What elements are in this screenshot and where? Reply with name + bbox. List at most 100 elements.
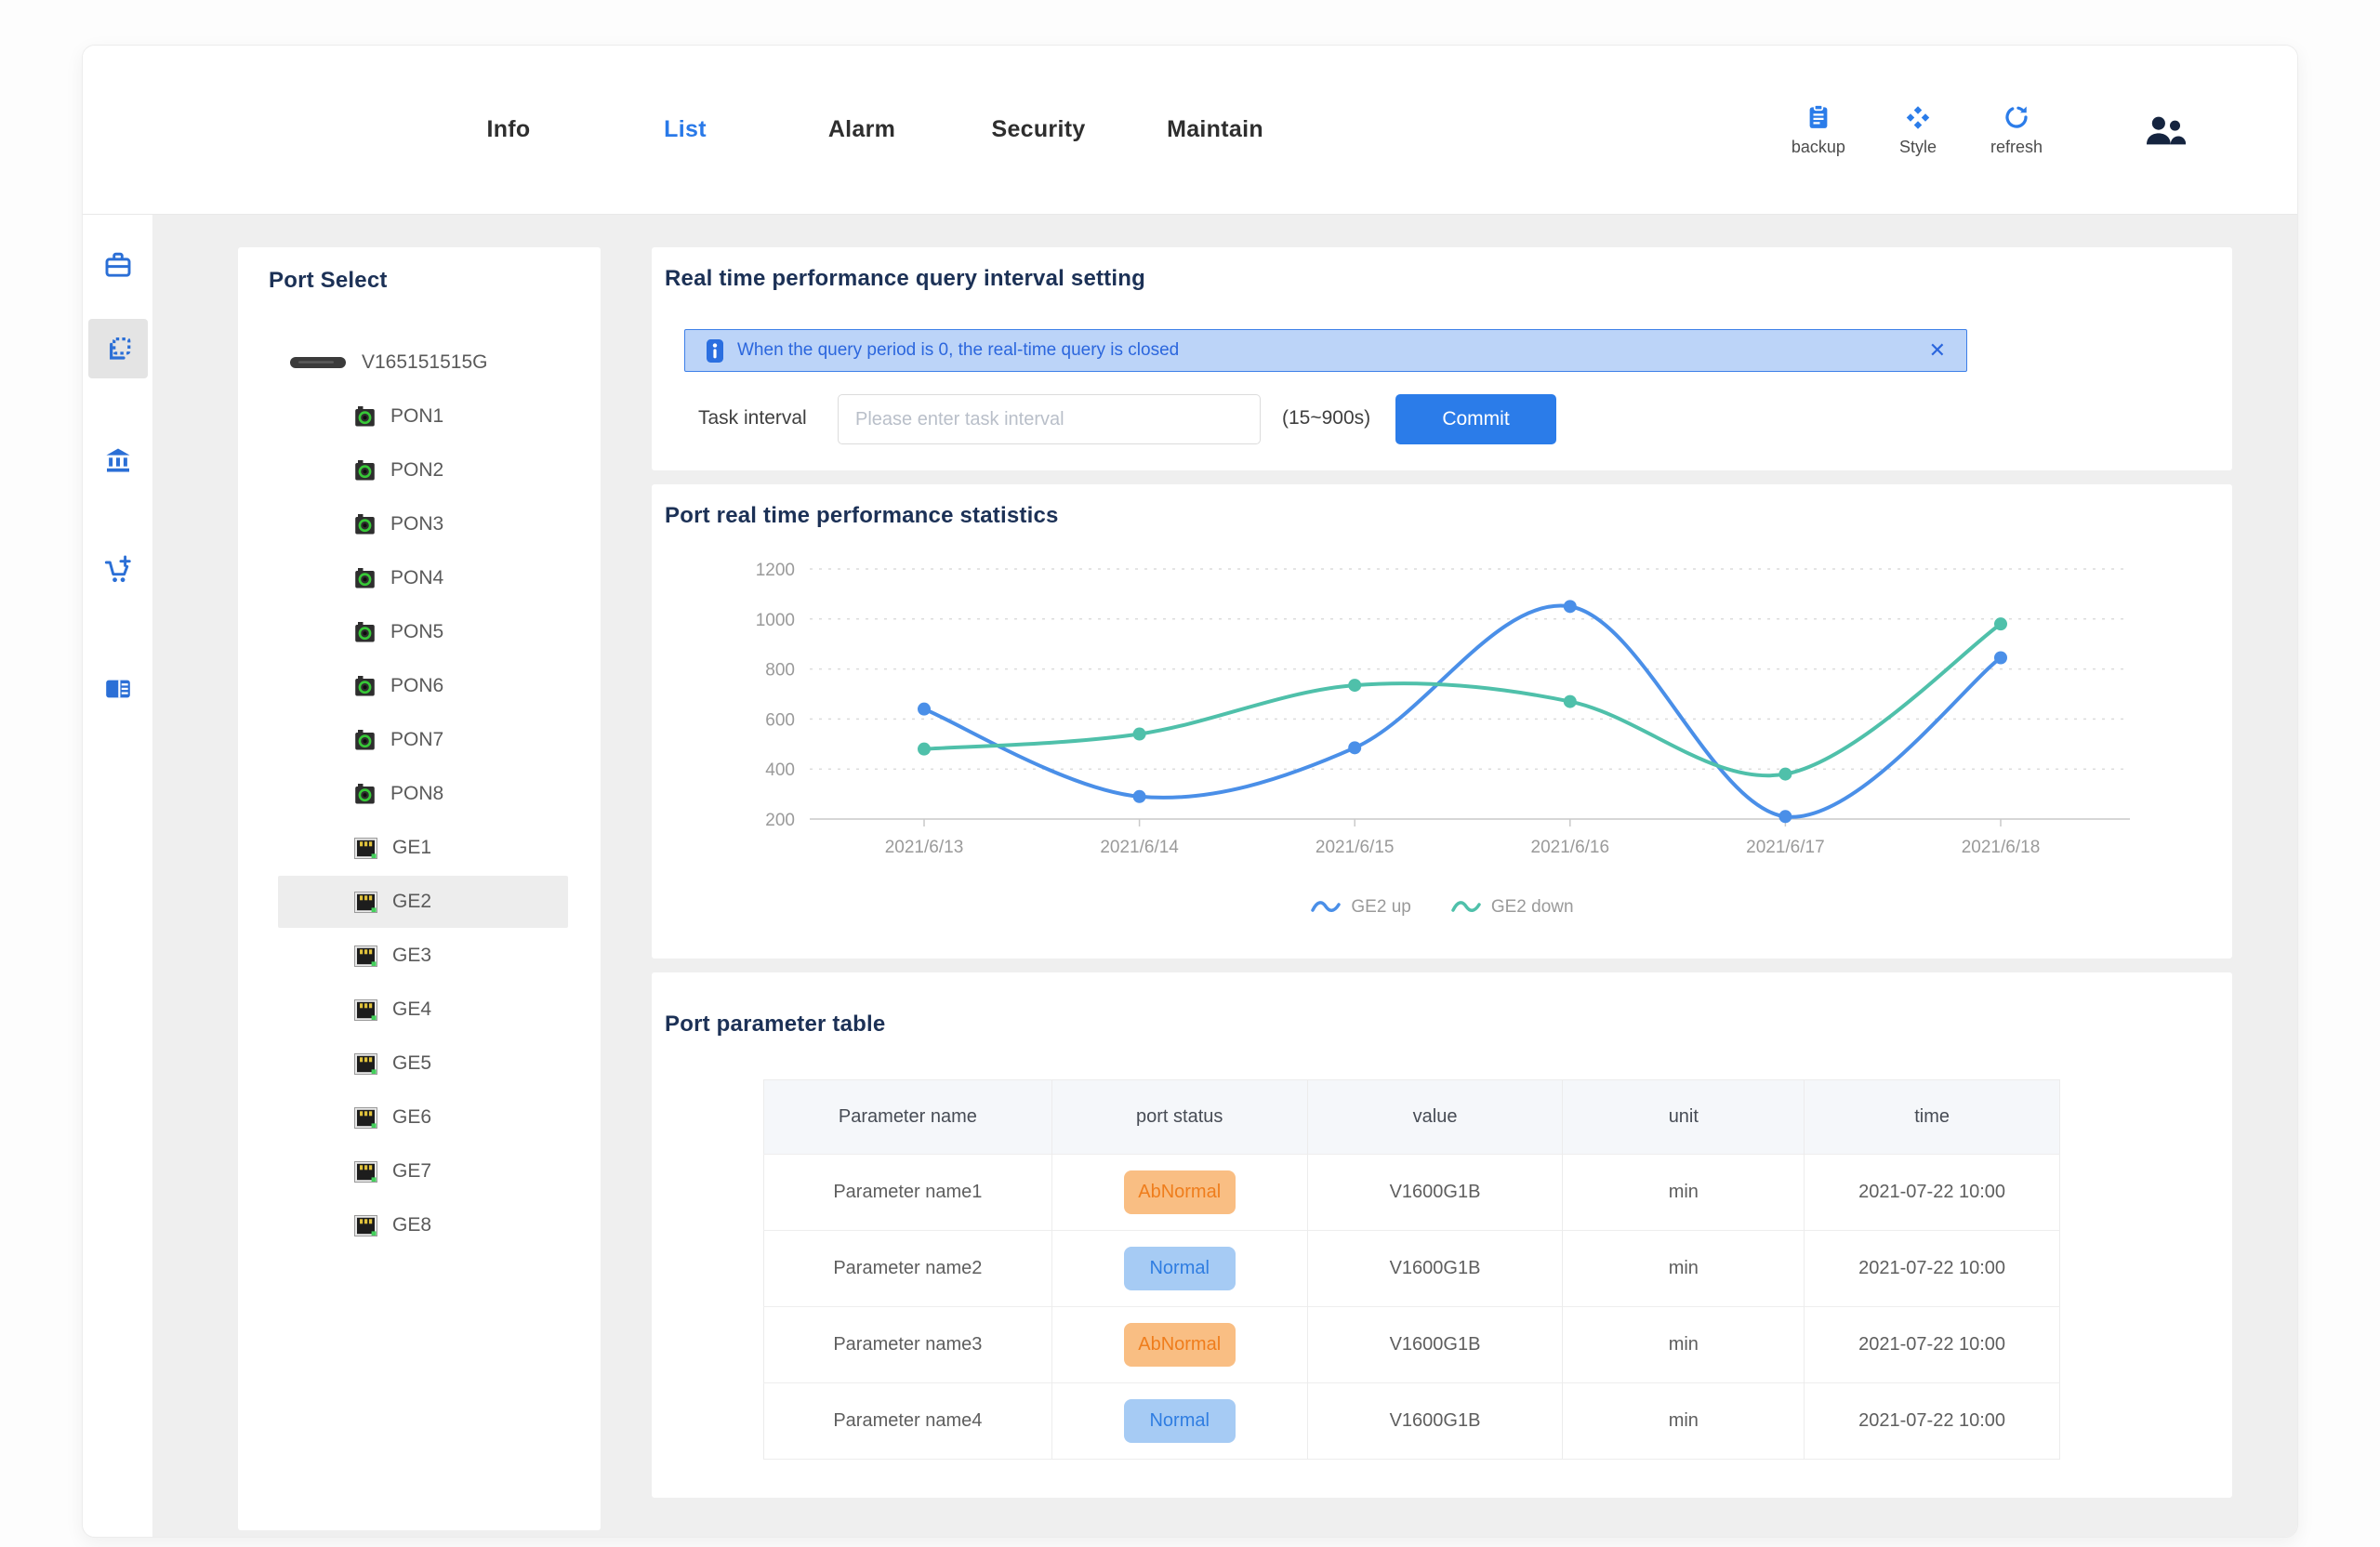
tree-port-ge7[interactable]: GE7 [238,1144,601,1198]
port-label: PON6 [390,675,443,697]
users-icon [2143,112,2186,148]
parameter-name-cell: Parameter name4 [764,1383,1052,1460]
interval-setting-panel: Real time performance query interval set… [652,247,2232,470]
time-cell: 2021-07-22 10:00 [1805,1307,2060,1383]
value-cell: V1600G1B [1307,1383,1563,1460]
tree-port-pon8[interactable]: PON8 [238,767,601,821]
status-badge: AbNormal [1124,1170,1236,1214]
briefcase-icon [103,250,133,280]
svg-text:600: 600 [765,710,795,730]
parameter-table-panel: Port parameter table Parameter nameport … [652,972,2232,1498]
column-header-unit: unit [1563,1080,1805,1155]
tree-port-ge8[interactable]: GE8 [238,1198,601,1252]
tab-maintain[interactable]: Maintain [1127,116,1303,143]
column-header-time: time [1805,1080,2060,1155]
sidebar-item-ports[interactable] [88,319,148,378]
pon-port-icon [354,513,376,536]
ge-port-icon [354,945,377,967]
style-icon [1904,103,1932,131]
device-icon [289,356,347,369]
unit-cell: min [1563,1231,1805,1307]
pon-port-icon [354,405,376,428]
sidebar-item-orders[interactable] [88,540,148,600]
port-label: PON7 [390,729,443,751]
port-label: GE5 [392,1052,431,1075]
header-actions: backup Style refresh [1792,46,2186,214]
legend-item-ge2-down[interactable]: GE2 down [1450,897,1574,918]
chart-legend: GE2 up GE2 down [652,897,2232,918]
app-window: InfoListAlarmSecurityMaintain backup Sty… [82,45,2298,1538]
tree-port-ge1[interactable]: GE1 [238,821,601,875]
tab-info[interactable]: Info [420,116,597,143]
refresh-button[interactable]: refresh [1990,103,2043,157]
tree-port-ge3[interactable]: GE3 [238,929,601,983]
port-label: GE2 [392,891,431,913]
pon-port-icon [354,783,376,805]
tree-port-ge5[interactable]: GE5 [238,1037,601,1091]
pon-port-icon [354,675,376,697]
ge-port-icon [354,999,377,1021]
port-label: PON4 [390,567,443,589]
commit-button[interactable]: Commit [1395,394,1556,444]
tab-security[interactable]: Security [950,116,1127,143]
time-cell: 2021-07-22 10:00 [1805,1231,2060,1307]
banner-message: When the query period is 0, the real-tim… [737,340,1179,361]
tree-port-pon4[interactable]: PON4 [238,551,601,605]
ge-port-icon [354,1161,377,1183]
tab-list[interactable]: List [597,116,774,143]
style-label: Style [1899,138,1937,157]
sidebar-item-organization[interactable] [88,430,148,490]
legend-item-ge2-up[interactable]: GE2 up [1310,897,1410,918]
banner-close-icon[interactable]: ✕ [1929,340,1946,361]
pon-port-icon [354,621,376,643]
svg-text:800: 800 [765,661,795,681]
tree-port-pon1[interactable]: PON1 [238,390,601,443]
backup-button[interactable]: backup [1792,103,1845,157]
svg-text:1000: 1000 [756,611,795,630]
tree-device-row[interactable]: V165151515G [238,336,601,390]
pon-port-icon [354,459,376,482]
svg-text:2021/6/17: 2021/6/17 [1746,838,1825,857]
column-header-port-status: port status [1051,1080,1307,1155]
port-status-cell: Normal [1051,1231,1307,1307]
tree-port-pon2[interactable]: PON2 [238,443,601,497]
tree-port-pon5[interactable]: PON5 [238,605,601,659]
parameter-table-title: Port parameter table [665,1012,885,1038]
legend-label: GE2 down [1491,897,1574,918]
tree-port-ge4[interactable]: GE4 [238,983,601,1037]
style-button[interactable]: Style [1899,103,1937,157]
tree-port-ge6[interactable]: GE6 [238,1091,601,1144]
sidebar-item-briefcase[interactable] [88,235,148,295]
content-area: Port Select V165151515G PON1 PON2PON3 PON4… [83,215,2297,1537]
tree-port-pon3[interactable]: PON3 [238,497,601,551]
statistics-title: Port real time performance statistics [665,503,1059,529]
ports-copy-icon [103,334,133,364]
task-interval-input[interactable] [838,394,1261,444]
tab-alarm[interactable]: Alarm [774,116,950,143]
svg-text:2021/6/15: 2021/6/15 [1316,838,1395,857]
parameter-name-cell: Parameter name2 [764,1231,1052,1307]
ge-port-icon [354,1107,377,1129]
status-badge: Normal [1124,1247,1236,1290]
icon-sidebar [83,215,152,1537]
port-status-cell: AbNormal [1051,1155,1307,1231]
port-select-title: Port Select [269,268,388,294]
port-label: GE4 [392,998,431,1021]
port-tree: V165151515G PON1 PON2PON3 PON4 PON5 PON6 PON7… [238,336,601,1252]
tree-port-pon6[interactable]: PON6 [238,659,601,713]
tree-port-ge2[interactable]: GE2 [238,875,601,929]
port-label: PON1 [390,405,443,428]
top-header: InfoListAlarmSecurityMaintain backup Sty… [83,46,2297,215]
statistics-panel: Port real time performance statistics 12… [652,484,2232,959]
main-area: Port Select V165151515G PON1 PON2PON3 PON4… [152,215,2297,1537]
svg-text:400: 400 [765,760,795,780]
info-icon [706,338,724,364]
task-interval-row: Task interval (15~900s) Commit [652,394,2232,444]
interval-setting-title: Real time performance query interval set… [665,266,1145,292]
cart-plus-icon [103,555,133,585]
user-menu-button[interactable] [2143,112,2186,148]
ge-port-icon [354,1053,377,1075]
tree-port-pon7[interactable]: PON7 [238,713,601,767]
sidebar-item-records[interactable] [88,659,148,719]
port-label: GE8 [392,1214,431,1236]
